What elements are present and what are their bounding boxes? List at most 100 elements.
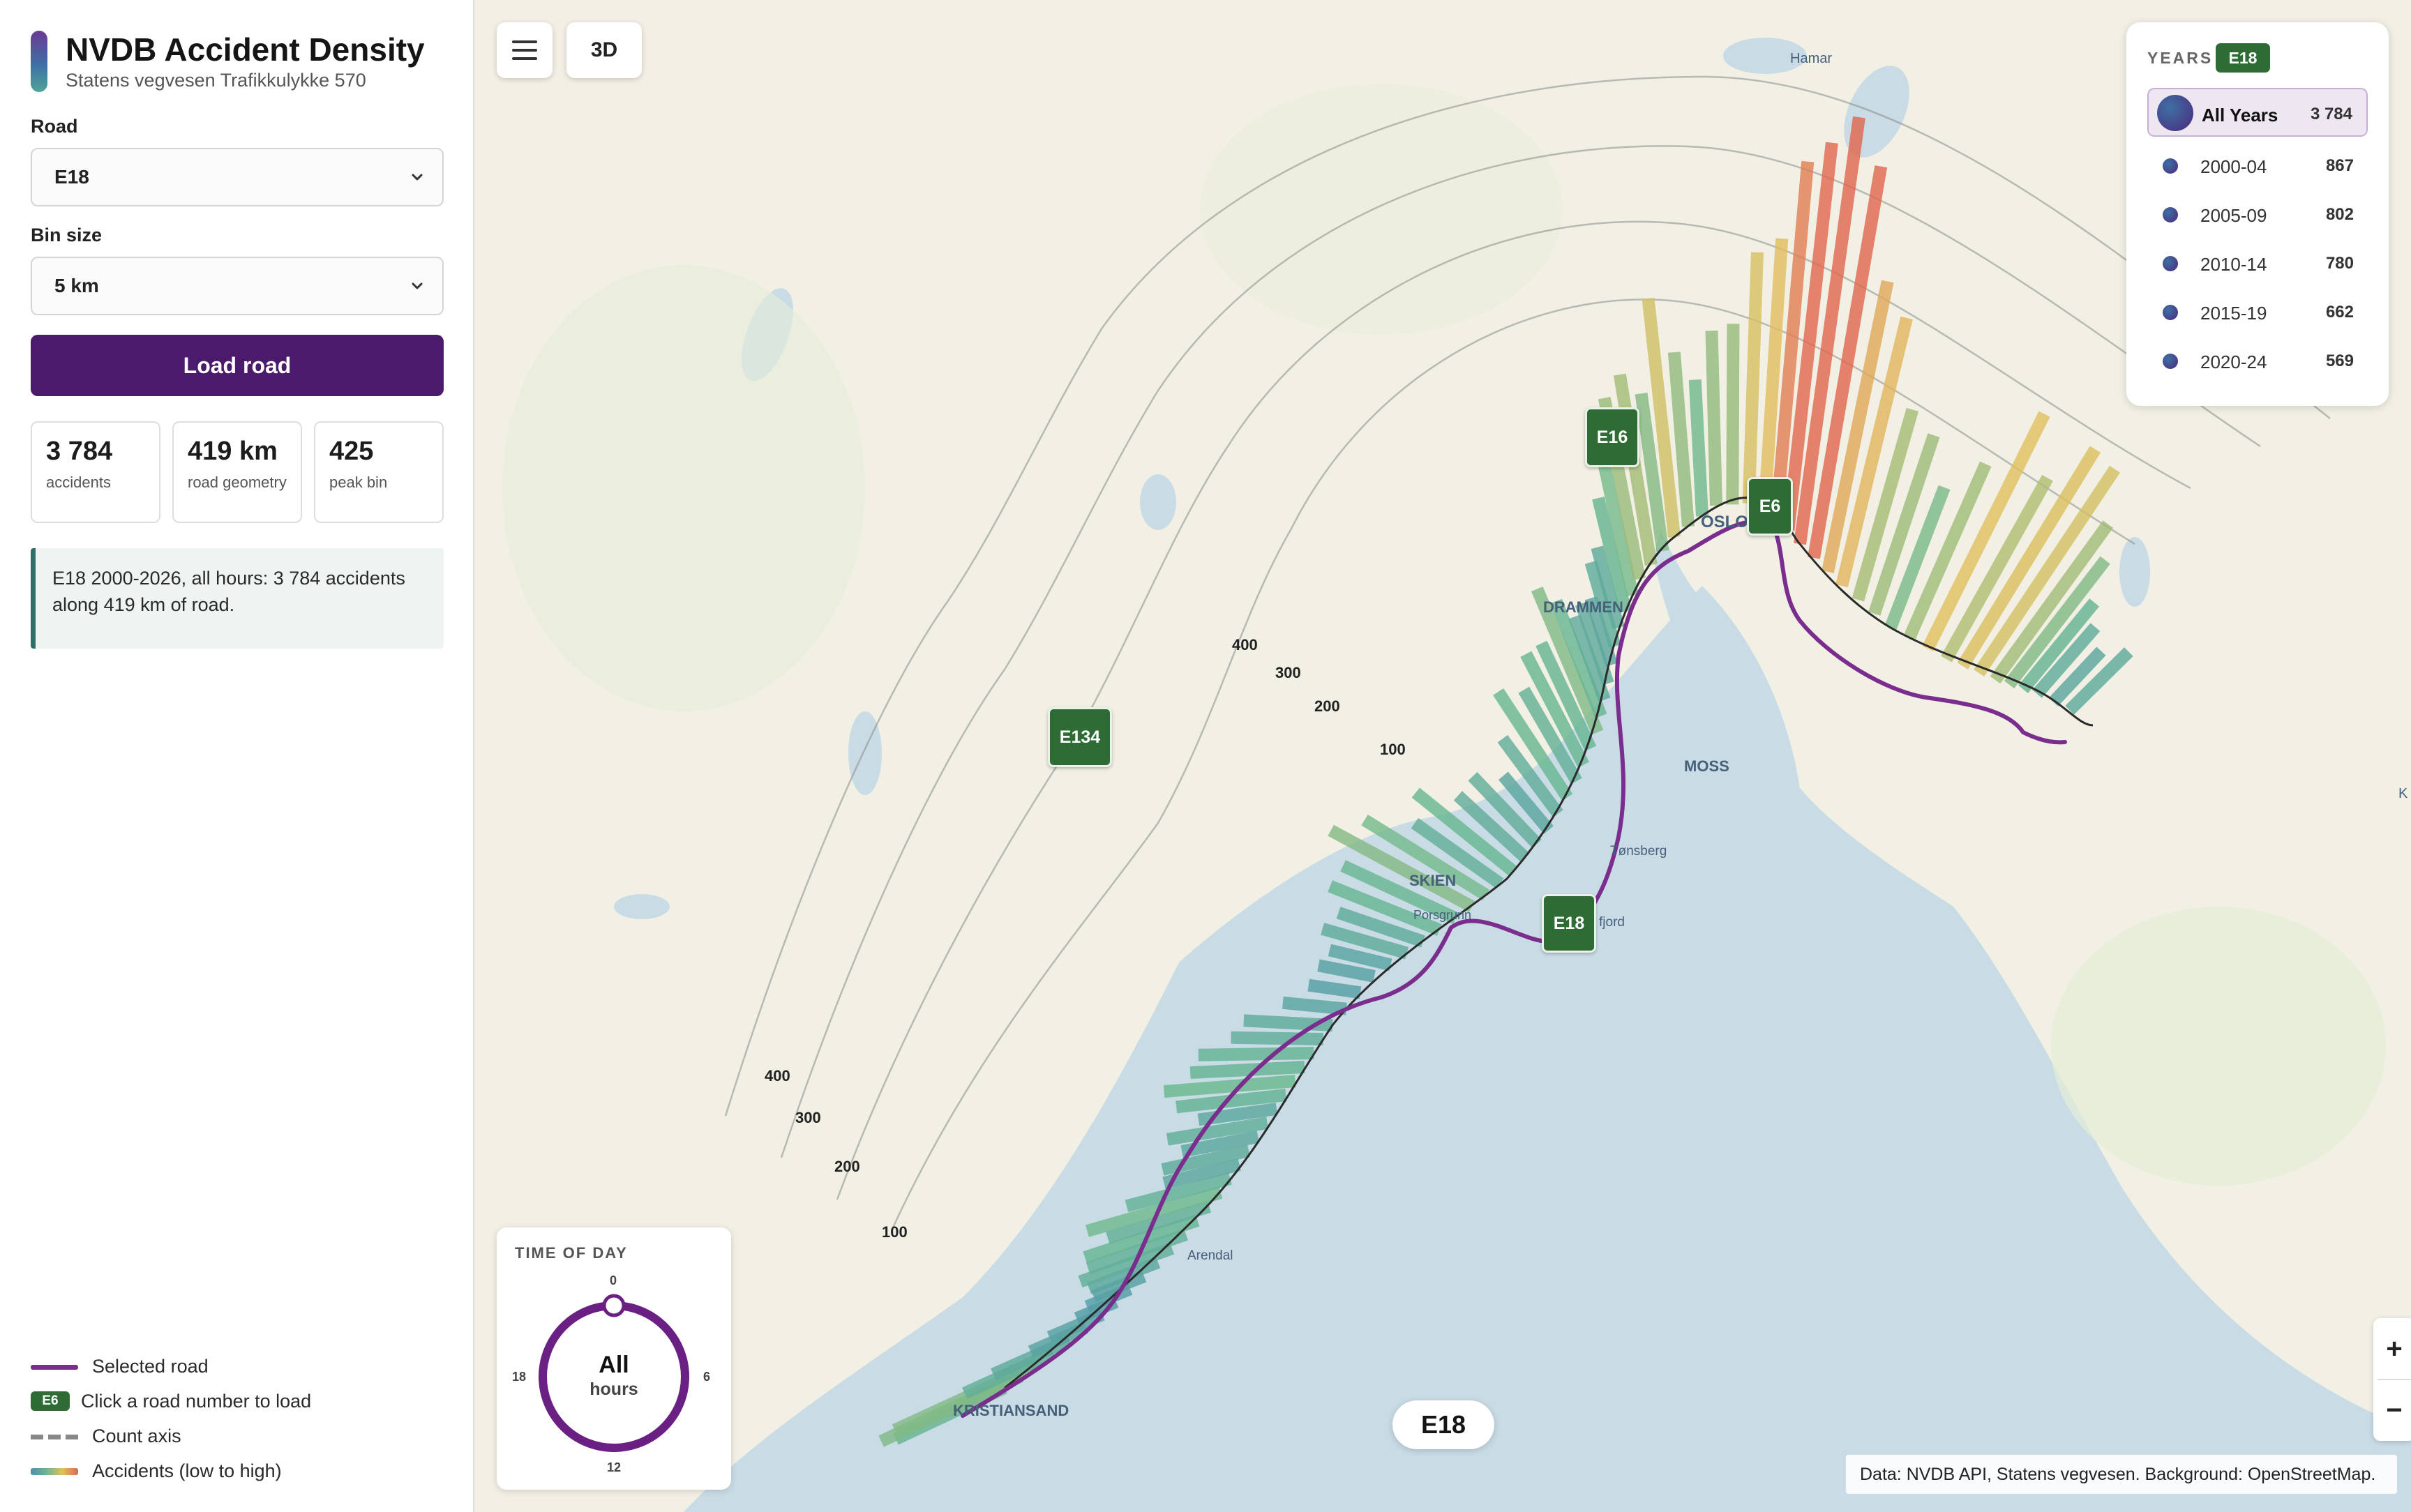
app-subtitle: Statens vegvesen Trafikkulykke 570: [66, 70, 366, 91]
zoom-out-button[interactable]: −: [2373, 1379, 2411, 1441]
axis-label: 200: [1314, 697, 1340, 715]
year-count: 802: [2325, 205, 2354, 224]
tod-label-bottom: 12: [607, 1460, 622, 1474]
year-label: 2015-19: [2200, 303, 2267, 324]
stat-value: 3 784: [46, 437, 113, 466]
legend-selected-road: Selected road: [31, 1353, 449, 1381]
place-label: Porsgrunn: [1413, 908, 1471, 922]
road-select-value: E18: [54, 166, 89, 188]
accident-bin-bar: [1742, 252, 1764, 504]
menu-button[interactable]: [497, 22, 553, 78]
years-title: YEARS: [2147, 49, 2214, 67]
year-count: 569: [2325, 351, 2354, 370]
accident-bin-bar: [1198, 1047, 1314, 1061]
year-dot-icon: [2163, 158, 2178, 174]
basemap: 400 300 200 100 400 300 200 100 Hamar OS…: [502, 38, 2411, 1512]
years-road-badge: E18: [2216, 43, 2270, 73]
legend-count-axis: Count axis: [31, 1423, 449, 1451]
year-dot-icon: [2163, 256, 2178, 271]
accident-bin-bar: [1231, 1031, 1323, 1045]
road-badge-swatch: E6: [31, 1391, 70, 1411]
hamburger-icon: [512, 49, 537, 52]
year-row-all[interactable]: All Years 3 784: [2147, 88, 2368, 137]
forest-area: [2051, 907, 2386, 1186]
place-label: Arendal: [1187, 1248, 1233, 1263]
year-count: 780: [2325, 254, 2354, 273]
hamburger-icon: [512, 57, 537, 60]
year-count: 3 784: [2310, 105, 2352, 123]
stat-road-geometry: 419 km road geometry: [172, 421, 302, 523]
zoom-in-button[interactable]: +: [2373, 1318, 2411, 1379]
selected-road-swatch: [31, 1365, 78, 1370]
year-row[interactable]: 2020-24 569: [2147, 336, 2368, 385]
place-label: OSLO: [1701, 513, 1748, 531]
toggle-3d-button[interactable]: 3D: [566, 22, 642, 78]
legend-label: Count axis: [92, 1426, 181, 1446]
place-label: fjord: [1599, 915, 1625, 930]
map-attribution: Data: NVDB API, Statens vegvesen. Backgr…: [1846, 1455, 2397, 1494]
bin-size-select[interactable]: 5 km: [31, 257, 444, 315]
map-canvas[interactable]: 400 300 200 100 400 300 200 100 Hamar OS…: [474, 0, 2411, 1512]
tod-label-top: 0: [610, 1273, 617, 1287]
year-label: 2000-04: [2200, 156, 2267, 177]
year-row[interactable]: 2005-09 802: [2147, 190, 2368, 239]
legend-road-hint: E6 Click a road number to load: [31, 1388, 449, 1416]
axis-label: 100: [882, 1223, 908, 1241]
tod-center-label: All: [599, 1352, 629, 1378]
accident-gradient-swatch: [31, 1468, 78, 1475]
axis-label: 300: [1275, 664, 1301, 681]
chevron-down-icon: [412, 282, 423, 289]
place-label: Hamar: [1790, 51, 1832, 66]
road-badge-e6[interactable]: E6: [1747, 477, 1793, 536]
stat-label: accidents: [46, 474, 111, 491]
forest-area: [502, 265, 865, 711]
axis-label: 400: [765, 1067, 790, 1084]
years-panel: YEARS E18 All Years 3 784 2000-04 867 20…: [2126, 22, 2389, 406]
bin-size-label: Bin size: [31, 225, 103, 245]
place-label: Tønsberg: [1610, 844, 1667, 859]
stat-value: 425: [329, 437, 374, 466]
zoom-control: + −: [2373, 1318, 2411, 1441]
year-row[interactable]: 2010-14 780: [2147, 239, 2368, 287]
year-label: 2005-09: [2200, 205, 2267, 226]
year-label: 2010-14: [2200, 254, 2267, 275]
current-road-label: E18: [1392, 1400, 1494, 1449]
axis-label: 100: [1380, 741, 1406, 758]
summary-box: E18 2000-2026, all hours: 3 784 accident…: [31, 548, 444, 649]
place-label: KRISTIANSAND: [953, 1402, 1069, 1419]
year-label: All Years: [2202, 105, 2278, 126]
sidebar: NVDB Accident Density Statens vegvesen T…: [0, 0, 474, 1512]
hamburger-icon: [512, 40, 537, 43]
year-row[interactable]: 2000-04 867: [2147, 141, 2368, 190]
stat-label: peak bin: [329, 474, 388, 491]
year-count: 867: [2325, 156, 2354, 175]
year-dot-icon: [2163, 305, 2178, 320]
year-dot-icon: [2157, 95, 2193, 131]
legend-accidents: Accidents (low to high): [31, 1458, 449, 1485]
stat-label: road geometry: [188, 474, 287, 491]
year-row[interactable]: 2015-19 662: [2147, 287, 2368, 336]
axis-label: 200: [834, 1158, 860, 1175]
legend-label: Selected road: [92, 1356, 209, 1377]
year-label: 2020-24: [2200, 351, 2267, 372]
lake: [614, 894, 670, 919]
place-label: DRAMMEN: [1543, 598, 1623, 616]
tod-label-right: 6: [703, 1370, 711, 1384]
brand-color-bar: [31, 31, 47, 92]
time-of-day-panel: TIME OF DAY 0 6 12 18 All hours: [497, 1227, 731, 1490]
stat-value: 419 km: [188, 437, 278, 466]
axis-label: 400: [1232, 636, 1258, 653]
road-badge-e134[interactable]: E134: [1048, 707, 1112, 767]
bin-size-select-value: 5 km: [54, 275, 99, 296]
count-axis-swatch: [31, 1435, 78, 1439]
road-select[interactable]: E18: [31, 148, 444, 206]
stat-accidents: 3 784 accidents: [31, 421, 160, 523]
axis-label: 300: [795, 1109, 821, 1126]
app-title: NVDB Accident Density: [66, 31, 425, 68]
road-badge-e18[interactable]: E18: [1542, 894, 1596, 953]
road-badge-e16[interactable]: E16: [1585, 407, 1639, 467]
lake: [2119, 537, 2150, 607]
place-label: SKIEN: [1409, 872, 1456, 889]
load-road-button[interactable]: Load road: [31, 335, 444, 396]
lake: [1844, 66, 1909, 158]
